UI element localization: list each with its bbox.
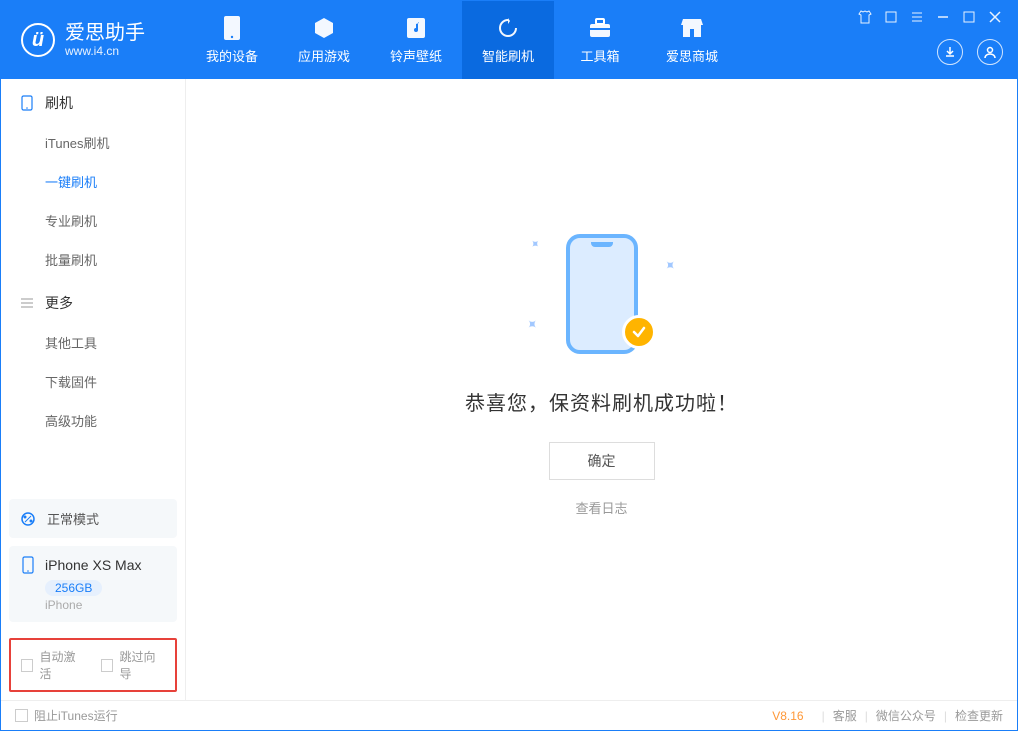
footer-link-update[interactable]: 检查更新	[955, 707, 1003, 724]
app-window: ü 爱思助手 www.i4.cn 我的设备 应用游戏	[0, 0, 1018, 731]
sparkle-icon: ✦	[526, 235, 543, 252]
device-mode-card[interactable]: 正常模式	[9, 499, 177, 538]
download-button[interactable]	[937, 39, 963, 65]
nav-label: 铃声壁纸	[390, 46, 442, 65]
flash-options-box: 自动激活 跳过向导	[9, 638, 177, 692]
nav-store[interactable]: 爱思商城	[646, 1, 738, 79]
ok-button[interactable]: 确定	[549, 442, 655, 480]
success-message: 恭喜您，保资料刷机成功啦！	[465, 387, 738, 416]
logo-area: ü 爱思助手 www.i4.cn	[1, 22, 186, 58]
settings-icon[interactable]	[883, 9, 899, 25]
device-type: iPhone	[45, 598, 167, 612]
user-button[interactable]	[977, 39, 1003, 65]
list-icon	[19, 297, 35, 309]
body: 刷机 iTunes刷机 一键刷机 专业刷机 批量刷机 更多 其他工具 下载固件 …	[1, 79, 1017, 700]
sidebar-item-download-firmware[interactable]: 下载固件	[1, 362, 185, 401]
sidebar-list-more: 其他工具 下载固件 高级功能	[1, 323, 185, 440]
store-icon	[680, 16, 704, 40]
sidebar-item-oneclick-flash[interactable]: 一键刷机	[1, 162, 185, 201]
device-storage: 256GB	[45, 580, 102, 596]
nav-label: 我的设备	[206, 46, 258, 65]
version-label: V8.16	[772, 709, 803, 723]
sidebar-item-batch-flash[interactable]: 批量刷机	[1, 240, 185, 279]
sidebar-item-pro-flash[interactable]: 专业刷机	[1, 201, 185, 240]
nav-label: 工具箱	[580, 46, 619, 65]
nav-my-device[interactable]: 我的设备	[186, 1, 278, 79]
top-nav: 我的设备 应用游戏 铃声壁纸 智能刷机	[186, 1, 738, 79]
checkbox-icon	[15, 709, 28, 722]
logo-text: 爱思助手 www.i4.cn	[65, 22, 145, 58]
mode-icon	[19, 510, 37, 528]
separator: |	[865, 709, 868, 723]
phone-icon	[19, 95, 35, 111]
phone-icon	[19, 556, 37, 574]
sidebar-section-flash: 刷机	[1, 79, 185, 123]
sidebar-item-other-tools[interactable]: 其他工具	[1, 323, 185, 362]
nav-ringtones-wallpapers[interactable]: 铃声壁纸	[370, 1, 462, 79]
minimize-button[interactable]	[935, 9, 951, 25]
sidebar: 刷机 iTunes刷机 一键刷机 专业刷机 批量刷机 更多 其他工具 下载固件 …	[1, 79, 186, 700]
footer-link-wechat[interactable]: 微信公众号	[876, 707, 936, 724]
sparkle-icon: ✦	[659, 255, 679, 275]
refresh-icon	[496, 16, 520, 40]
checkbox-block-itunes[interactable]: 阻止iTunes运行	[15, 707, 118, 724]
app-logo-icon: ü	[21, 23, 55, 57]
device-icon	[220, 16, 244, 40]
checkbox-auto-activate[interactable]: 自动激活	[21, 648, 85, 682]
toolbox-icon	[588, 16, 612, 40]
checkbox-icon	[101, 659, 113, 672]
nav-label: 爱思商城	[666, 46, 718, 65]
nav-label: 智能刷机	[482, 46, 534, 65]
separator: |	[822, 709, 825, 723]
footer-link-support[interactable]: 客服	[833, 707, 857, 724]
sidebar-list-flash: iTunes刷机 一键刷机 专业刷机 批量刷机	[1, 123, 185, 279]
maximize-button[interactable]	[961, 9, 977, 25]
section-title: 更多	[45, 293, 73, 313]
main-content: ✦ ✦ ✦ 恭喜您，保资料刷机成功啦！ 确定 查看日志	[186, 79, 1017, 700]
spacer	[1, 440, 185, 491]
checkbox-icon	[21, 659, 33, 672]
view-log-link[interactable]: 查看日志	[575, 498, 627, 517]
app-title: 爱思助手	[65, 22, 145, 44]
checkbox-label: 自动激活	[39, 648, 85, 682]
header: ü 爱思助手 www.i4.cn 我的设备 应用游戏	[1, 1, 1017, 79]
sidebar-section-more: 更多	[1, 279, 185, 323]
separator: |	[944, 709, 947, 723]
phone-notch	[591, 242, 613, 247]
nav-smart-flash[interactable]: 智能刷机	[462, 1, 554, 79]
shirt-icon[interactable]	[857, 9, 873, 25]
nav-label: 应用游戏	[298, 46, 350, 65]
checkbox-label: 跳过向导	[119, 648, 165, 682]
device-name: iPhone XS Max	[45, 557, 142, 573]
music-icon	[404, 16, 428, 40]
nav-apps-games[interactable]: 应用游戏	[278, 1, 370, 79]
window-controls	[857, 9, 1003, 25]
close-button[interactable]	[987, 9, 1003, 25]
sidebar-item-itunes-flash[interactable]: iTunes刷机	[1, 123, 185, 162]
menu-icon[interactable]	[909, 9, 925, 25]
device-info-card[interactable]: iPhone XS Max 256GB iPhone	[9, 546, 177, 622]
checkbox-skip-guide[interactable]: 跳过向导	[101, 648, 165, 682]
header-actions	[937, 39, 1003, 65]
cube-icon	[312, 16, 336, 40]
footer: 阻止iTunes运行 V8.16 | 客服 | 微信公众号 | 检查更新	[1, 700, 1017, 730]
footer-right: V8.16 | 客服 | 微信公众号 | 检查更新	[772, 707, 1003, 724]
sparkle-icon: ✦	[521, 314, 541, 334]
sidebar-item-advanced[interactable]: 高级功能	[1, 401, 185, 440]
nav-toolbox[interactable]: 工具箱	[554, 1, 646, 79]
device-mode-label: 正常模式	[47, 509, 99, 528]
app-subtitle: www.i4.cn	[65, 44, 145, 58]
success-illustration: ✦ ✦ ✦	[522, 229, 682, 359]
section-title: 刷机	[45, 93, 73, 113]
check-badge-icon	[622, 315, 656, 349]
checkbox-label: 阻止iTunes运行	[34, 707, 118, 724]
